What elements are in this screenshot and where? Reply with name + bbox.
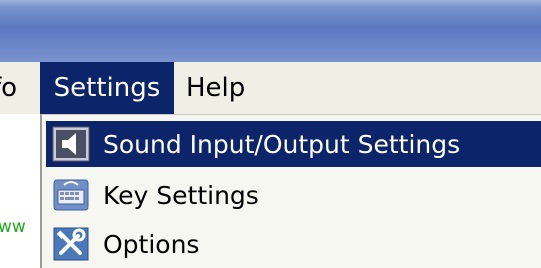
menu-item-sound-settings[interactable]: Sound Input/Output Settings xyxy=(46,121,541,167)
tools-icon xyxy=(49,225,93,263)
menu-settings[interactable]: Settings xyxy=(40,62,174,114)
settings-dropdown-menu: Sound Input/Output Settings Key Settings xyxy=(40,114,541,268)
menu-item-key-settings[interactable]: Key Settings xyxy=(46,172,541,218)
speaker-icon xyxy=(49,125,93,163)
menu-help[interactable]: Help xyxy=(186,62,245,114)
menubar: fo Settings Help xyxy=(0,62,541,114)
menu-item-label: Options xyxy=(103,229,200,259)
menu-item-label: Key Settings xyxy=(103,180,259,210)
menu-info[interactable]: fo xyxy=(0,62,17,114)
background-content: ww xyxy=(0,114,42,268)
keyboard-icon xyxy=(49,176,93,214)
background-text: ww xyxy=(0,217,26,237)
window-titlebar xyxy=(0,0,541,63)
menu-item-options[interactable]: Options xyxy=(46,221,541,267)
menu-item-label: Sound Input/Output Settings xyxy=(103,129,461,159)
